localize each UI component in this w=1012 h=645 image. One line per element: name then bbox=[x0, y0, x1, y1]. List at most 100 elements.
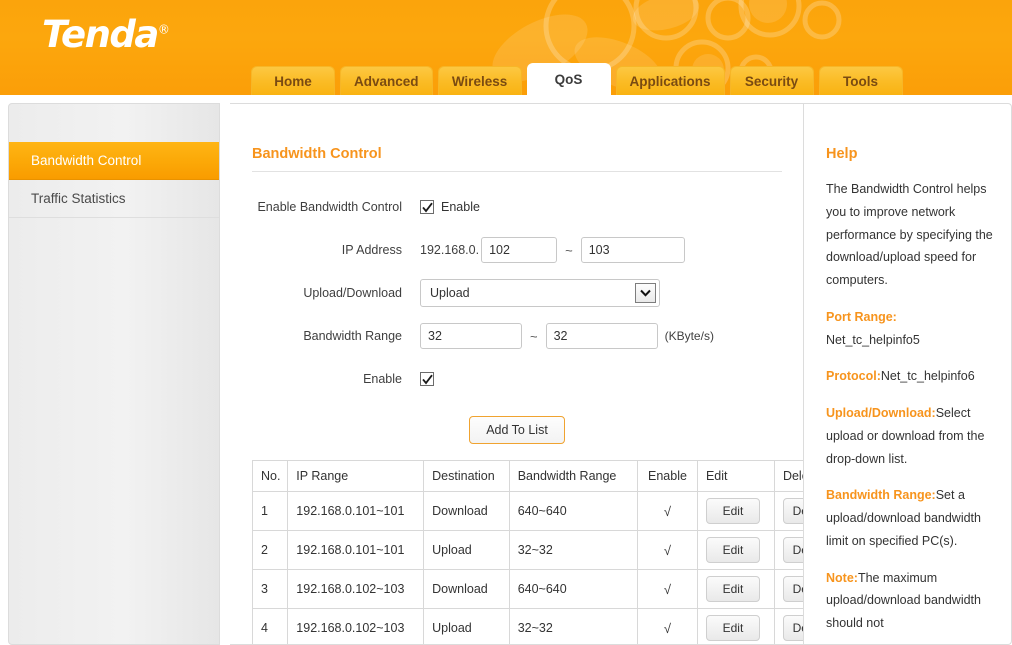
help-upload-download-key: Upload/Download: bbox=[826, 406, 936, 420]
page-body: Bandwidth Control Traffic Statistics Ban… bbox=[0, 95, 1012, 645]
add-to-list-row: Add To List bbox=[252, 416, 782, 444]
column-header-edit: Edit bbox=[697, 461, 774, 492]
form-row-bandwidth-range: Bandwidth Range ~ (KByte/s) bbox=[252, 323, 803, 349]
cell-ip-range: 192.168.0.101~101 bbox=[288, 531, 424, 570]
cell-bandwidth-range: 640~640 bbox=[509, 570, 637, 609]
column-header-no: No. bbox=[253, 461, 288, 492]
enable-checkbox[interactable] bbox=[420, 372, 434, 386]
help-protocol: Protocol:Net_tc_helpinfo6 bbox=[826, 365, 995, 388]
tab-applications[interactable]: Applications bbox=[616, 66, 725, 95]
table-row: 1 192.168.0.101~101 Download 640~640 √ E… bbox=[253, 492, 804, 531]
upload-download-select[interactable]: Upload bbox=[420, 279, 660, 307]
logo-text: Tenda bbox=[42, 13, 158, 56]
column-header-ip-range: IP Range bbox=[288, 461, 424, 492]
enable-label: Enable bbox=[252, 372, 420, 386]
form-row-enable: Enable bbox=[252, 366, 803, 392]
page-title: Bandwidth Control bbox=[252, 146, 782, 172]
enable-bandwidth-control-label: Enable Bandwidth Control bbox=[252, 200, 420, 214]
form-row-enable-bandwidth-control: Enable Bandwidth Control Enable bbox=[252, 194, 803, 220]
ip-end-input[interactable] bbox=[581, 237, 685, 263]
delete-button[interactable]: Delete bbox=[783, 615, 803, 641]
tab-tools[interactable]: Tools bbox=[819, 66, 903, 95]
sidebar-item-traffic-statistics[interactable]: Traffic Statistics bbox=[9, 180, 219, 218]
cell-no: 4 bbox=[253, 609, 288, 645]
tab-home[interactable]: Home bbox=[251, 66, 335, 95]
edit-button[interactable]: Edit bbox=[706, 576, 760, 602]
bandwidth-control-form: Enable Bandwidth Control Enable bbox=[252, 194, 803, 392]
ip-range-separator: ~ bbox=[565, 243, 573, 258]
cell-destination: Download bbox=[424, 492, 510, 531]
help-upload-download: Upload/Download:Select upload or downloa… bbox=[826, 402, 995, 470]
bandwidth-range-label: Bandwidth Range bbox=[252, 329, 420, 343]
checkmark-icon bbox=[422, 202, 433, 213]
help-port-range-key: Port Range: bbox=[826, 310, 897, 324]
cell-destination: Download bbox=[424, 570, 510, 609]
cell-enabled-checkmark: √ bbox=[664, 582, 671, 597]
help-note-key: Note: bbox=[826, 571, 858, 585]
cell-bandwidth-range: 32~32 bbox=[509, 609, 637, 645]
add-to-list-button[interactable]: Add To List bbox=[469, 416, 565, 444]
help-bandwidth-range-key: Bandwidth Range: bbox=[826, 488, 936, 502]
tenda-logo: Tenda® bbox=[42, 16, 168, 53]
ip-start-input[interactable] bbox=[481, 237, 557, 263]
tab-qos[interactable]: QoS bbox=[527, 63, 611, 95]
column-header-bandwidth-range: Bandwidth Range bbox=[509, 461, 637, 492]
cell-ip-range: 192.168.0.102~103 bbox=[288, 570, 424, 609]
chevron-down-icon[interactable] bbox=[635, 283, 656, 303]
column-header-delete: Delete bbox=[774, 461, 803, 492]
bandwidth-range-separator: ~ bbox=[530, 329, 538, 344]
enable-bandwidth-control-checkbox-label: Enable bbox=[441, 200, 480, 214]
cell-bandwidth-range: 640~640 bbox=[509, 492, 637, 531]
help-title: Help bbox=[826, 146, 995, 162]
tab-wireless[interactable]: Wireless bbox=[438, 66, 522, 95]
upload-download-selected-value: Upload bbox=[421, 286, 470, 300]
bandwidth-start-input[interactable] bbox=[420, 323, 522, 349]
delete-button[interactable]: Delete bbox=[783, 576, 803, 602]
column-header-enable: Enable bbox=[638, 461, 698, 492]
bandwidth-rules-table: No. IP Range Destination Bandwidth Range… bbox=[252, 460, 803, 644]
cell-enabled-checkmark: √ bbox=[664, 504, 671, 519]
sidebar: Bandwidth Control Traffic Statistics bbox=[8, 103, 220, 645]
cell-no: 3 bbox=[253, 570, 288, 609]
help-note: Note:The maximum upload/download bandwid… bbox=[826, 567, 995, 635]
delete-button[interactable]: Delete bbox=[783, 537, 803, 563]
upload-download-label: Upload/Download bbox=[252, 286, 420, 300]
edit-button[interactable]: Edit bbox=[706, 537, 760, 563]
delete-button[interactable]: Delete bbox=[783, 498, 803, 524]
ip-address-label: IP Address bbox=[252, 243, 420, 257]
cell-no: 2 bbox=[253, 531, 288, 570]
edit-button[interactable]: Edit bbox=[706, 498, 760, 524]
cell-ip-range: 192.168.0.101~101 bbox=[288, 492, 424, 531]
help-panel: Help The Bandwidth Control helps you to … bbox=[803, 104, 1011, 644]
help-port-range: Port Range: Net_tc_helpinfo5 bbox=[826, 306, 995, 352]
ip-prefix-text: 192.168.0. bbox=[420, 243, 479, 257]
checkmark-icon bbox=[422, 374, 433, 385]
bandwidth-end-input[interactable] bbox=[546, 323, 658, 349]
help-intro-text: The Bandwidth Control helps you to impro… bbox=[826, 178, 995, 292]
table-header-row: No. IP Range Destination Bandwidth Range… bbox=[253, 461, 804, 492]
page-layout: Bandwidth Control Traffic Statistics Ban… bbox=[8, 103, 1012, 645]
cell-bandwidth-range: 32~32 bbox=[509, 531, 637, 570]
enable-bandwidth-control-checkbox[interactable] bbox=[420, 200, 434, 214]
table-row: 4 192.168.0.102~103 Upload 32~32 √ Edit … bbox=[253, 609, 804, 645]
main-content: Bandwidth Control Enable Bandwidth Contr… bbox=[230, 104, 803, 644]
cell-destination: Upload bbox=[424, 531, 510, 570]
main-navigation: Home Advanced Wireless QoS Applications … bbox=[251, 63, 908, 95]
page-header: Tenda® Home Advanced Wireless QoS Applic… bbox=[0, 0, 1012, 95]
sidebar-item-bandwidth-control[interactable]: Bandwidth Control bbox=[9, 142, 219, 180]
cell-enabled-checkmark: √ bbox=[664, 543, 671, 558]
chevron-down-glyph bbox=[640, 289, 651, 297]
help-bandwidth-range: Bandwidth Range:Set a upload/download ba… bbox=[826, 484, 995, 552]
tab-security[interactable]: Security bbox=[730, 66, 814, 95]
help-port-range-value: Net_tc_helpinfo5 bbox=[826, 333, 920, 347]
cell-no: 1 bbox=[253, 492, 288, 531]
cell-ip-range: 192.168.0.102~103 bbox=[288, 609, 424, 645]
logo-trademark-symbol: ® bbox=[158, 23, 169, 37]
help-protocol-value: Net_tc_helpinfo6 bbox=[881, 369, 975, 383]
form-row-upload-download: Upload/Download Upload bbox=[252, 280, 803, 306]
bandwidth-unit-label: (KByte/s) bbox=[665, 329, 714, 343]
edit-button[interactable]: Edit bbox=[706, 615, 760, 641]
table-row: 3 192.168.0.102~103 Download 640~640 √ E… bbox=[253, 570, 804, 609]
tab-advanced[interactable]: Advanced bbox=[340, 66, 433, 95]
cell-enabled-checkmark: √ bbox=[664, 621, 671, 636]
